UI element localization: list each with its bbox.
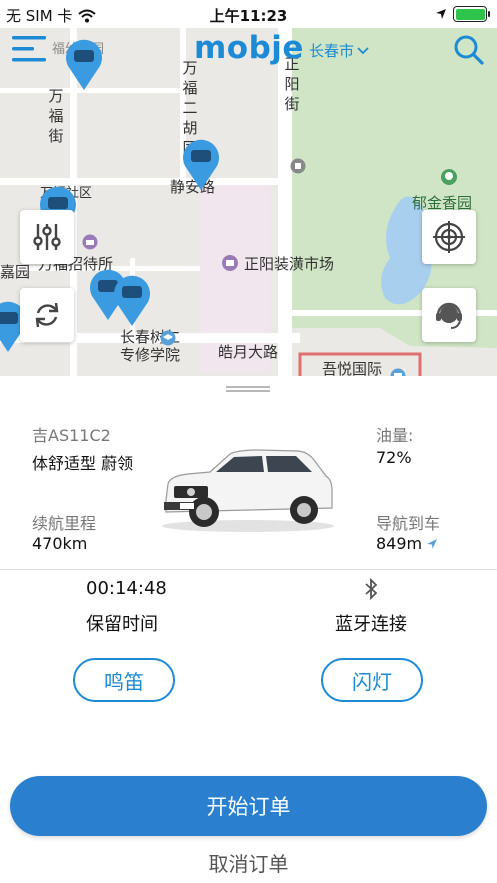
section-divider <box>0 569 497 570</box>
fuel-value: 72% <box>376 448 412 467</box>
target-icon <box>433 221 465 253</box>
reservation-time-label: 保留时间 <box>86 614 158 635</box>
headset-icon <box>436 302 462 329</box>
car-pin-icon[interactable] <box>110 272 154 328</box>
map-label-haoyue-road: 皓月大路 <box>218 343 279 361</box>
honk-button[interactable]: 鸣笛 <box>73 658 175 702</box>
poi-hotel-icon <box>82 234 98 250</box>
car-image <box>162 449 334 532</box>
car-model: 体舒适型 蔚领 <box>32 454 134 473</box>
city-name: 长春市 <box>309 42 355 60</box>
customer-service-button[interactable] <box>422 288 476 342</box>
poi-generic-icon <box>290 158 306 174</box>
filter-sliders-icon <box>33 224 61 250</box>
sheet-drag-handle[interactable] <box>226 386 270 392</box>
map-view[interactable]: 万福街 万福二胡同 正阳街 万福社区 郁金香园 万福招待所 正阳装潢市场 嘉园 … <box>0 28 497 378</box>
navigation-arrow-icon <box>427 538 438 549</box>
city-selector[interactable]: 长春市 <box>309 40 369 61</box>
status-right <box>435 6 490 22</box>
search-button[interactable] <box>453 34 485 66</box>
refresh-icon <box>35 302 59 328</box>
battery-icon <box>453 6 490 22</box>
status-time: 上午11:23 <box>209 7 288 25</box>
car-plate: 吉AS11C2 <box>32 426 111 445</box>
filter-button[interactable] <box>20 210 74 264</box>
nav-label: 导航到车 <box>376 514 441 533</box>
car-pin-icon[interactable] <box>179 136 223 192</box>
poi-market-icon <box>222 255 238 271</box>
app-logo: mobje <box>194 30 304 66</box>
map-label-market: 正阳装潢市场 <box>244 255 335 273</box>
map-label-jiayuan: 嘉园 <box>0 263 31 281</box>
fuel-label: 油量: <box>376 426 414 445</box>
nav-to-car-link[interactable]: 849m <box>376 534 438 553</box>
status-bar: 无 SIM 卡 上午11:23 <box>0 0 497 28</box>
poi-park-icon <box>441 169 457 185</box>
refresh-button[interactable] <box>20 288 74 342</box>
bluetooth-icon <box>365 578 378 600</box>
poi-school-icon <box>160 330 176 346</box>
chevron-down-icon <box>357 46 369 54</box>
flash-lights-button[interactable]: 闪灯 <box>321 658 423 702</box>
locate-button[interactable] <box>422 210 476 264</box>
start-order-button[interactable]: 开始订单 <box>10 776 487 836</box>
range-value: 470km <box>32 534 88 553</box>
map-label-school: 长春树仁专修学院 <box>120 328 181 364</box>
reservation-timer: 00:14:48 <box>86 578 167 599</box>
search-icon <box>454 35 484 65</box>
bluetooth-label: 蓝牙连接 <box>335 614 407 635</box>
map-label-wuyue-plaza: 吾悦国际 <box>322 360 383 378</box>
nav-distance: 849m <box>376 534 423 553</box>
car-pin-icon[interactable] <box>62 36 106 92</box>
location-arrow-icon <box>436 9 446 19</box>
map-label-wanfu-street: 万福街 <box>48 87 64 145</box>
hamburger-menu-icon <box>12 36 46 62</box>
cancel-order-button[interactable]: 取消订单 <box>0 848 497 877</box>
range-label: 续航里程 <box>32 514 97 533</box>
car-detail-sheet: 吉AS11C2 体舒适型 蔚领 油量: 72% 续航里程 470km 导航到车 … <box>0 376 497 883</box>
menu-button[interactable] <box>12 34 48 64</box>
